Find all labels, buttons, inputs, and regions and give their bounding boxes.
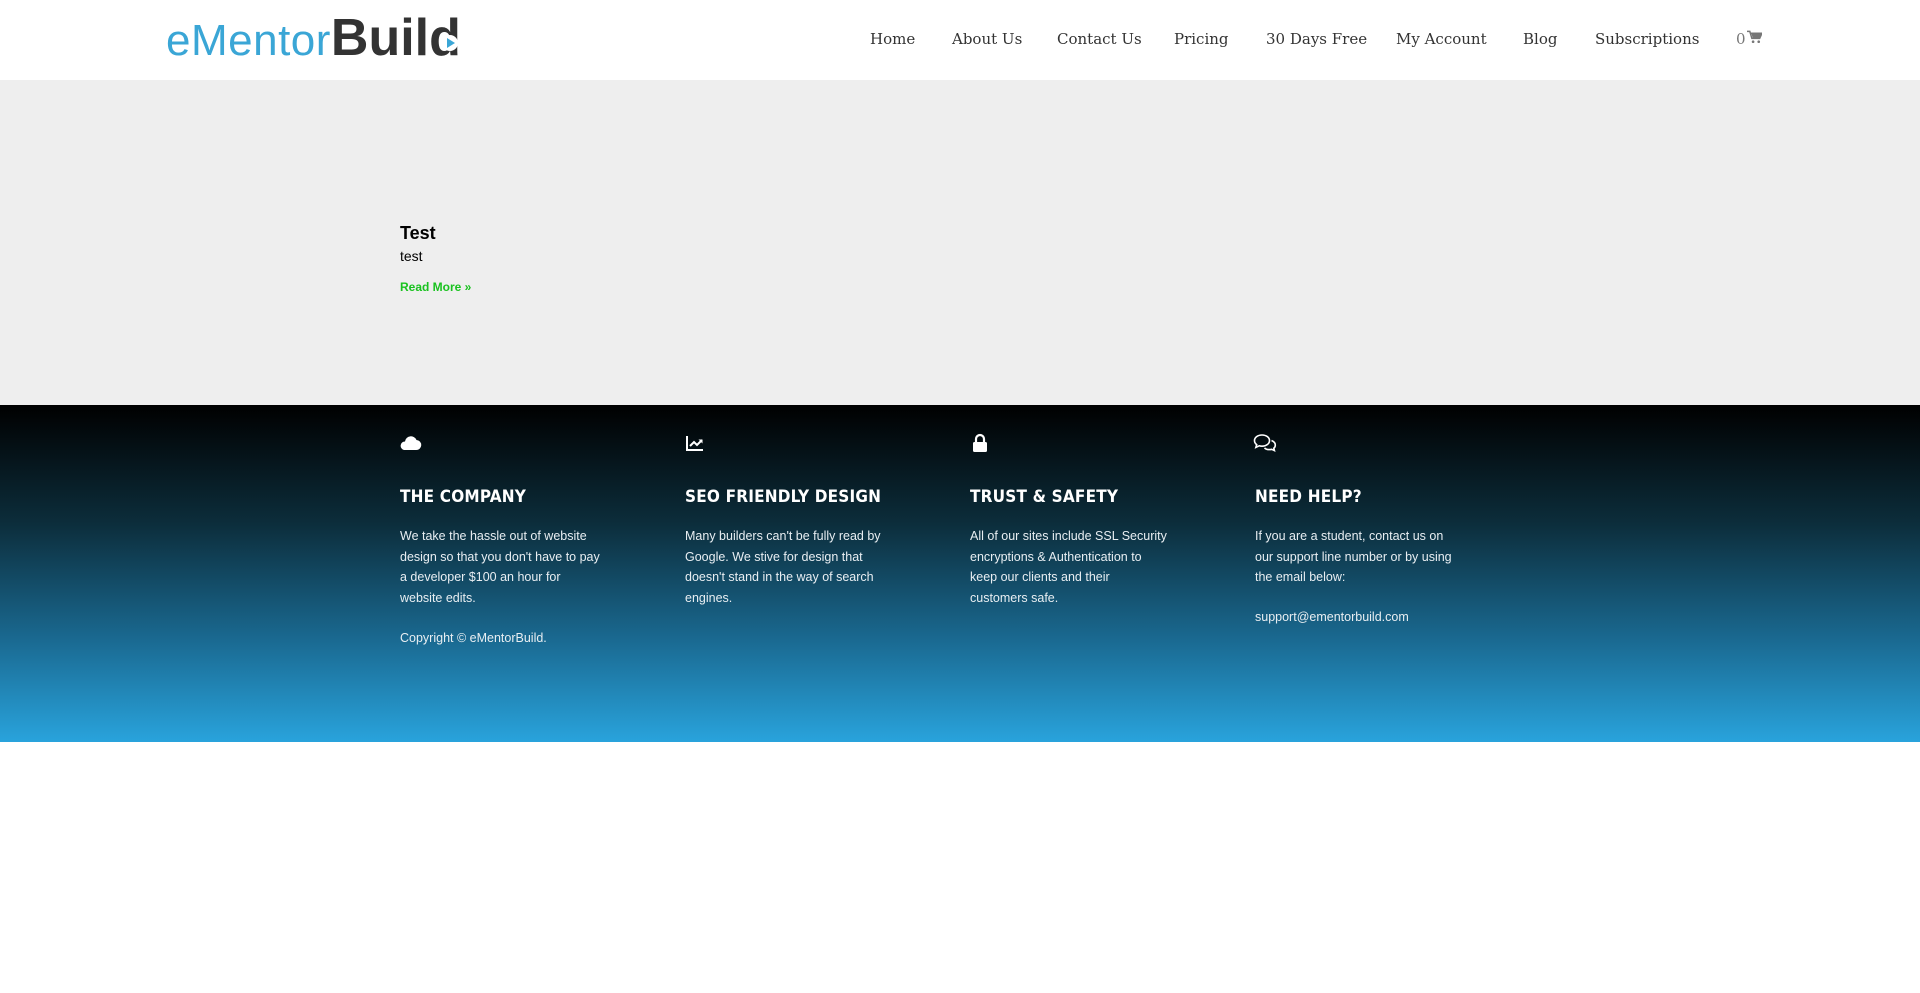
footer-title: NEED HELP? [1255,487,1362,507]
main-nav: Home About Us Contact Us Pricing 30 Days… [0,0,1920,80]
footer-text: We take the hassle out of website design… [400,529,600,605]
site-header: eMentor Build Home About Us Contact Us P… [0,0,1920,80]
nav-item-about-us[interactable]: About Us [952,30,1022,48]
site-footer: THE COMPANY We take the hassle out of we… [0,405,1920,742]
main-content: Test test Read More » [0,80,1920,405]
nav-item-blog[interactable]: Blog [1523,30,1557,48]
footer-text: All of our sites include SSL Security en… [970,529,1167,605]
chat-icon [1253,433,1277,453]
nav-item-contact-us[interactable]: Contact Us [1057,30,1142,48]
cart-count: 0 [1736,30,1746,48]
support-email-link[interactable]: support@ementorbuild.com [1255,610,1409,624]
nav-item-subscriptions[interactable]: Subscriptions [1595,30,1699,48]
post-title[interactable]: Test [400,223,436,244]
lock-icon [970,433,990,453]
nav-item-my-account[interactable]: My Account [1396,30,1487,48]
cart-button[interactable]: 0 [1736,30,1763,48]
read-more-link[interactable]: Read More » [400,280,471,294]
footer-title: THE COMPANY [400,487,527,507]
footer-title: SEO FRIENDLY DESIGN [685,487,882,507]
copyright-text: Copyright © eMentorBuild. [400,631,547,645]
post-excerpt: test [400,248,423,264]
cloud-icon [398,433,422,453]
nav-item-pricing[interactable]: Pricing [1174,30,1229,48]
chart-line-icon [685,433,705,453]
footer-text: If you are a student, contact us on our … [1255,529,1452,584]
cart-icon [1746,30,1763,48]
footer-title: TRUST & SAFETY [970,487,1119,507]
nav-item-30-days-free[interactable]: 30 Days Free [1266,30,1367,48]
footer-text: Many builders can't be fully read by Goo… [685,529,881,605]
nav-item-home[interactable]: Home [870,30,915,48]
